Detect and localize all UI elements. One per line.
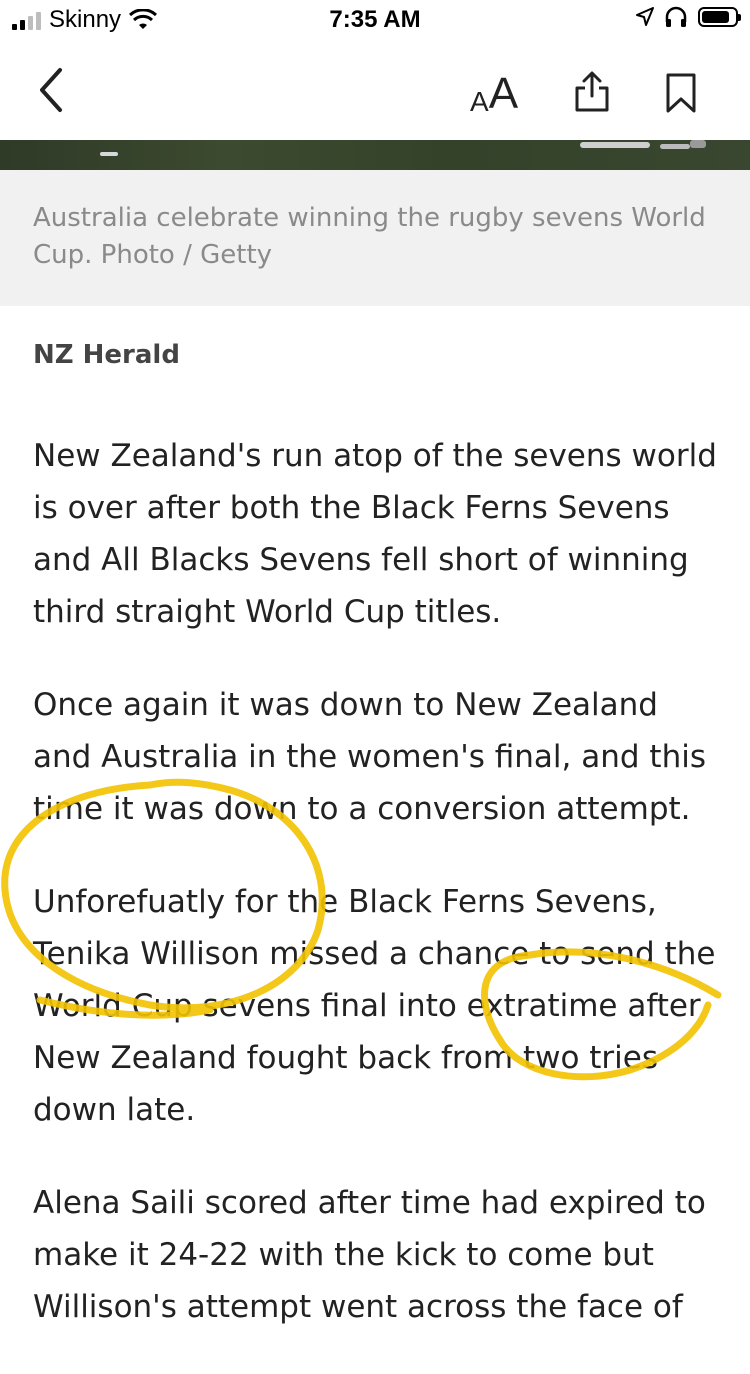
status-right: [636, 6, 741, 28]
article-paragraph-4: Alena Saili scored after time had expire…: [33, 1185, 706, 1325]
bookmark-button[interactable]: [664, 72, 698, 114]
article-body: New Zealand's run atop of the sevens wor…: [33, 430, 723, 1374]
back-button[interactable]: [30, 64, 80, 116]
chevron-left-icon: [40, 68, 62, 112]
location-icon: [636, 7, 654, 26]
article-nav-bar: A A: [0, 40, 750, 140]
photo-caption: Australia celebrate winning the rugby se…: [0, 170, 750, 306]
photo-caption-text: Australia celebrate winning the rugby se…: [33, 203, 706, 270]
share-icon: [575, 71, 609, 112]
font-size-large-label: A: [488, 69, 519, 118]
article-source: NZ Herald: [33, 340, 180, 370]
article-paragraph-3: Unforefuatly for the Black Ferns Sevens,…: [33, 884, 716, 1128]
font-size-button[interactable]: A A: [470, 66, 518, 116]
article-paragraph-2: Once again it was down to New Zealand an…: [33, 687, 706, 827]
bookmark-icon: [666, 73, 696, 113]
battery-fill: [702, 11, 729, 23]
status-bar: Skinny 7:35 AM: [0, 0, 750, 40]
article-paragraph-1: New Zealand's run atop of the sevens wor…: [33, 438, 717, 630]
hero-photo: [0, 140, 750, 170]
headphones-icon: [665, 6, 687, 27]
battery-icon: [698, 7, 741, 27]
share-button[interactable]: [572, 70, 612, 114]
font-size-small-label: A: [470, 86, 489, 117]
